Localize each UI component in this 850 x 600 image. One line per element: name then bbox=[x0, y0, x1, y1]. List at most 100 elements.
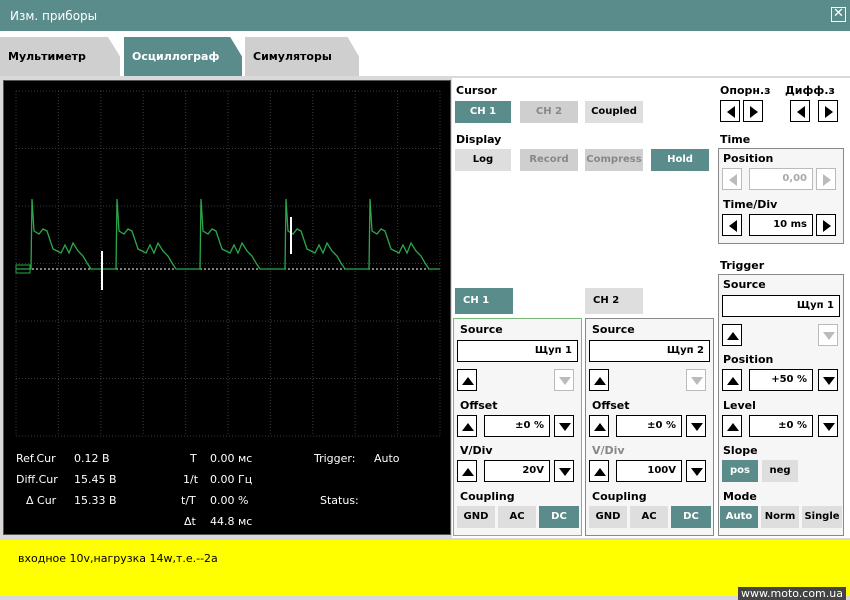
slope-pos-button[interactable]: pos bbox=[722, 460, 758, 482]
time-position-right-button[interactable] bbox=[816, 168, 836, 190]
ch1-source-label: Source bbox=[460, 323, 503, 336]
ch1-vdiv-field[interactable]: 20V bbox=[484, 460, 550, 482]
display-hold-button[interactable]: Hold bbox=[651, 149, 709, 171]
trigger-label: Trigger: bbox=[314, 452, 356, 465]
arrow-right-icon bbox=[825, 106, 833, 118]
ref-title: Опорн.з bbox=[720, 84, 771, 97]
arrow-up-icon bbox=[462, 377, 474, 385]
t-ratio-value: 0.00 % bbox=[210, 494, 249, 507]
delta-cur-label: Δ Cur bbox=[26, 494, 57, 507]
mode-single-button[interactable]: Single bbox=[802, 506, 842, 528]
t-value: 0.00 мс bbox=[210, 452, 253, 465]
ch2-source-up-button[interactable] bbox=[589, 369, 609, 391]
window-title: Изм. приборы bbox=[10, 9, 98, 23]
ch1-vdiv-up-button[interactable] bbox=[457, 460, 477, 482]
ch1-ac-button[interactable]: AC bbox=[498, 506, 536, 528]
timediv-label: Time/Div bbox=[723, 198, 778, 211]
trigger-source-field[interactable]: Щуп 1 bbox=[722, 295, 840, 317]
ch2-vdiv-down-button[interactable] bbox=[686, 460, 706, 482]
ch2-dc-button[interactable]: DC bbox=[671, 506, 711, 528]
ch1-offset-label: Offset bbox=[460, 399, 498, 412]
slope-neg-button[interactable]: neg bbox=[762, 460, 798, 482]
trigger-source-down-button[interactable] bbox=[818, 324, 838, 346]
trigger-position-field[interactable]: +50 % bbox=[749, 369, 813, 391]
ch1-gnd-button[interactable]: GND bbox=[457, 506, 495, 528]
ch1-dc-button[interactable]: DC bbox=[539, 506, 579, 528]
ch2-gnd-button[interactable]: GND bbox=[589, 506, 627, 528]
diff-right-button[interactable] bbox=[818, 100, 838, 122]
cursor-ch2-button[interactable]: CH 2 bbox=[520, 101, 578, 123]
ch1-vdiv-down-button[interactable] bbox=[554, 460, 574, 482]
tab-simulators[interactable]: Симуляторы bbox=[245, 37, 359, 76]
ch2-tab[interactable]: CH 2 bbox=[585, 288, 643, 314]
ch2-coupling-label: Coupling bbox=[592, 490, 647, 503]
ch2-source-down-button[interactable] bbox=[686, 369, 706, 391]
timediv-right-button[interactable] bbox=[816, 214, 836, 236]
ch2-offset-up-button[interactable] bbox=[589, 415, 609, 437]
ch2-vdiv-up-button[interactable] bbox=[589, 460, 609, 482]
display-title: Display bbox=[456, 133, 502, 146]
trigger-level-label: Level bbox=[723, 399, 756, 412]
ch1-offset-up-button[interactable] bbox=[457, 415, 477, 437]
mode-auto-button[interactable]: Auto bbox=[720, 506, 758, 528]
ch1-trace bbox=[16, 198, 440, 270]
trigger-position-label: Position bbox=[723, 353, 774, 366]
trigger-position-up-button[interactable] bbox=[722, 369, 742, 391]
ch1-offset-field[interactable]: ±0 % bbox=[484, 415, 550, 437]
ch2-offset-field[interactable]: ±0 % bbox=[616, 415, 682, 437]
timediv-field[interactable]: 10 ms bbox=[749, 214, 813, 236]
trigger-value: Auto bbox=[374, 452, 400, 465]
time-title: Time bbox=[720, 133, 751, 146]
mode-norm-button[interactable]: Norm bbox=[761, 506, 799, 528]
trigger-level-down-button[interactable] bbox=[818, 415, 838, 437]
oscilloscope-screen[interactable]: Ref.Cur 0.12 В Diff.Cur 15.45 В Δ Cur 15… bbox=[3, 80, 451, 535]
tab-oscilloscope[interactable]: Осциллограф bbox=[124, 37, 242, 76]
diff-left-button[interactable] bbox=[790, 100, 810, 122]
dt-value: 44.8 мс bbox=[210, 515, 253, 528]
ref-right-button[interactable] bbox=[743, 100, 763, 122]
trigger-level-up-button[interactable] bbox=[722, 415, 742, 437]
ref-cur-label: Ref.Cur bbox=[16, 452, 56, 465]
arrow-up-icon bbox=[594, 423, 606, 431]
ch1-source-down-button[interactable] bbox=[554, 369, 574, 391]
trigger-position-down-button[interactable] bbox=[818, 369, 838, 391]
ch1-offset-down-button[interactable] bbox=[554, 415, 574, 437]
arrow-right-icon bbox=[823, 220, 831, 232]
ch2-offset-down-button[interactable] bbox=[686, 415, 706, 437]
mode-label: Mode bbox=[723, 490, 757, 503]
ch2-source-field[interactable]: Щуп 2 bbox=[589, 340, 710, 362]
timediv-left-button[interactable] bbox=[722, 214, 742, 236]
diff-cur-value: 15.45 В bbox=[74, 473, 117, 486]
ref-left-button[interactable] bbox=[720, 100, 740, 122]
arrow-down-icon bbox=[559, 377, 571, 385]
ch2-ac-button[interactable]: AC bbox=[630, 506, 668, 528]
trigger-level-field[interactable]: ±0 % bbox=[749, 415, 813, 437]
diff-title: Дифф.з bbox=[785, 84, 835, 97]
ch2-offset-label: Offset bbox=[592, 399, 630, 412]
cursor-coupled-button[interactable]: Coupled bbox=[585, 101, 643, 123]
display-compress-button[interactable]: Compress bbox=[585, 149, 643, 171]
ch1-source-field[interactable]: Щуп 1 bbox=[457, 340, 578, 362]
ch2-vdiv-field[interactable]: 100V bbox=[616, 460, 682, 482]
dt-label: Δt bbox=[184, 515, 196, 528]
time-position-field[interactable]: 0,00 bbox=[749, 168, 813, 190]
arrow-down-icon bbox=[691, 377, 703, 385]
tab-bar: Мультиметр Осциллограф Симуляторы bbox=[0, 31, 850, 76]
cursor-ch1-button[interactable]: CH 1 bbox=[455, 101, 511, 123]
ch1-source-up-button[interactable] bbox=[457, 369, 477, 391]
ch1-tab[interactable]: CH 1 bbox=[455, 288, 513, 314]
arrow-up-icon bbox=[727, 332, 739, 340]
close-icon[interactable]: ✕ bbox=[831, 7, 846, 22]
arrow-left-icon bbox=[729, 174, 737, 186]
trigger-source-up-button[interactable] bbox=[722, 324, 742, 346]
arrow-up-icon bbox=[594, 468, 606, 476]
tab-multimeter[interactable]: Мультиметр bbox=[0, 37, 120, 76]
display-record-button[interactable]: Record bbox=[520, 149, 578, 171]
arrow-left-icon bbox=[729, 220, 737, 232]
time-position-left-button[interactable] bbox=[722, 168, 742, 190]
t-label: T bbox=[190, 452, 197, 465]
display-log-button[interactable]: Log bbox=[455, 149, 511, 171]
arrow-down-icon bbox=[559, 423, 571, 431]
arrow-right-icon bbox=[823, 174, 831, 186]
cursor-title: Cursor bbox=[456, 84, 497, 97]
